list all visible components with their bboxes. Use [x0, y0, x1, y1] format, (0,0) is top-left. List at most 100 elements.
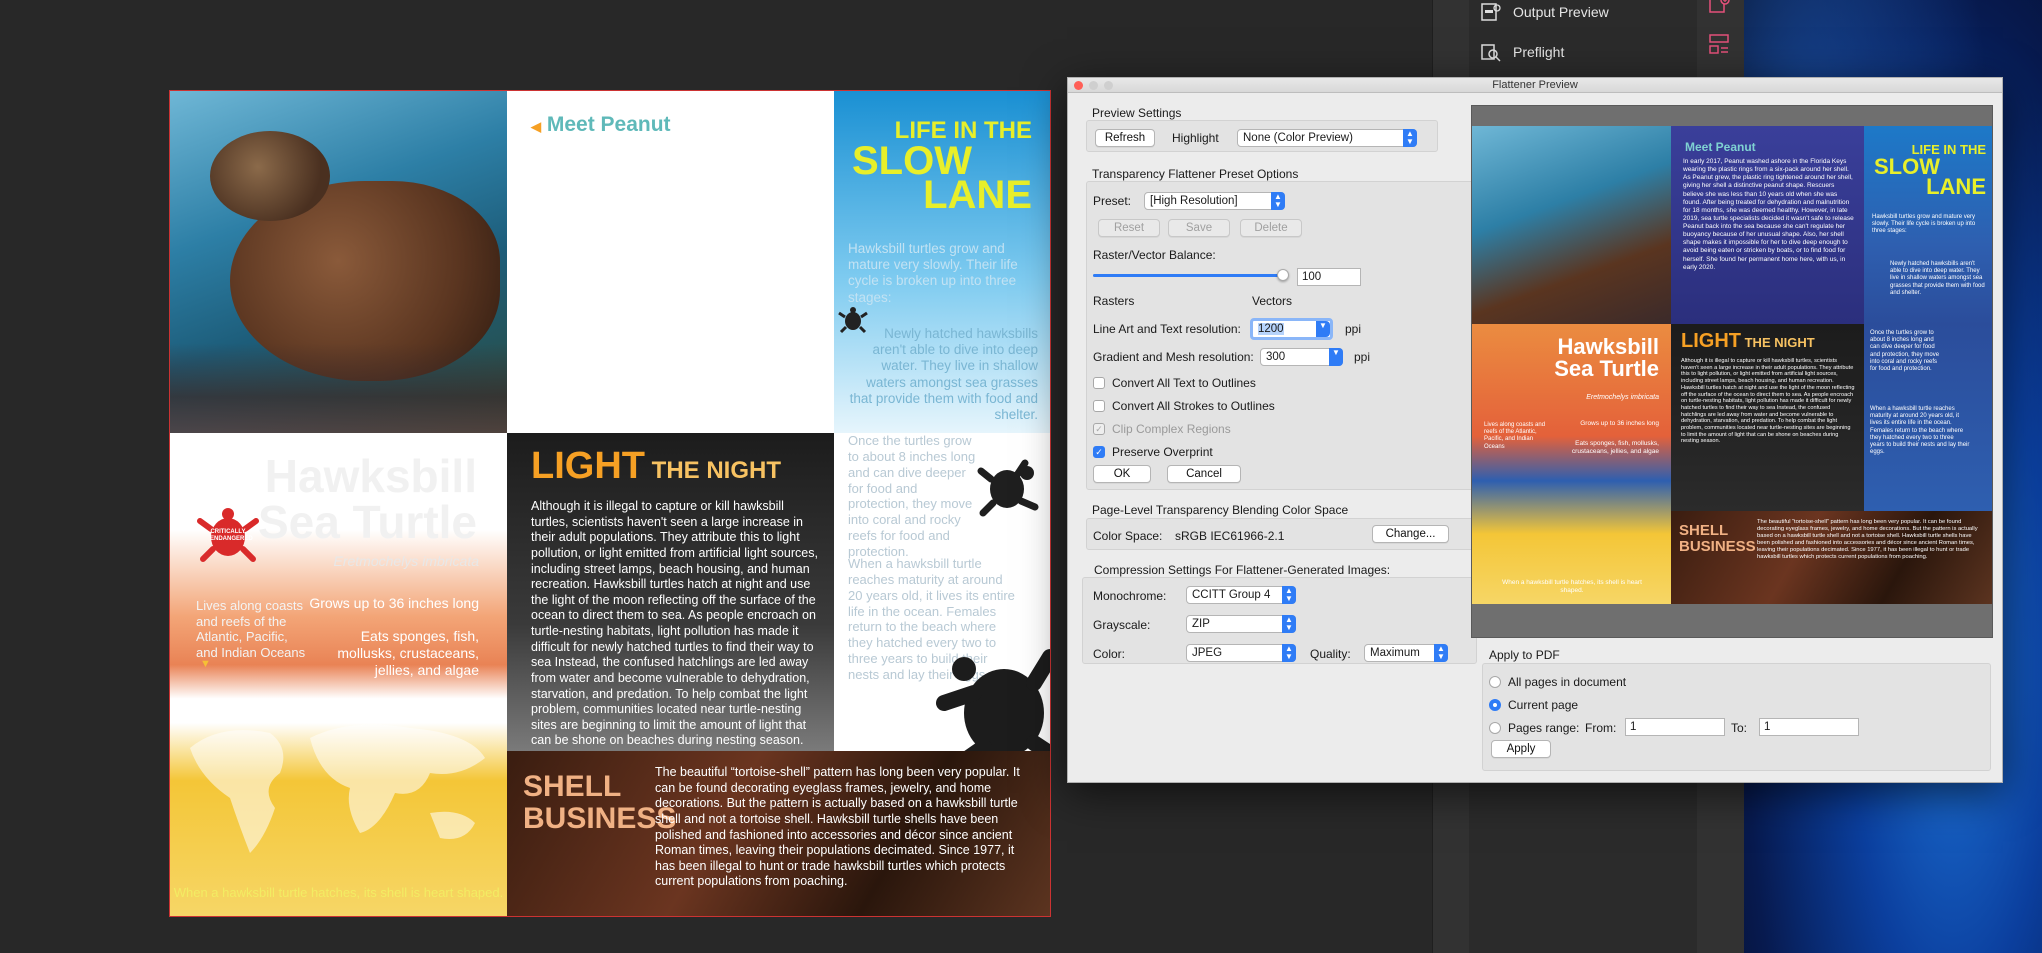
zoom-window-button[interactable]: [1104, 81, 1113, 90]
preview-shell-title-2: BUSINESS: [1679, 537, 1756, 555]
reef-shape: [170, 343, 507, 433]
all-pages-radio[interactable]: [1489, 676, 1501, 688]
tool-output-preview[interactable]: Output Preview: [1479, 0, 1609, 26]
cancel-button[interactable]: Cancel: [1167, 465, 1241, 483]
to-field[interactable]: 1: [1759, 718, 1859, 736]
convert-strokes-label: Convert All Strokes to Outlines: [1112, 399, 1275, 413]
line-art-label: Line Art and Text resolution:: [1093, 322, 1241, 336]
highlight-label: Highlight: [1172, 131, 1219, 145]
clip-regions-checkbox[interactable]: ✓: [1093, 423, 1105, 435]
add-page-icon[interactable]: [1707, 0, 1731, 18]
gradient-label: Gradient and Mesh resolution:: [1093, 350, 1254, 364]
juvenile-turtle-icon: [977, 455, 1041, 524]
apply-heading: Apply to PDF: [1489, 648, 1560, 662]
highlight-select[interactable]: None (Color Preview) ▲ ▼: [1237, 129, 1417, 147]
refresh-button[interactable]: Refresh: [1095, 129, 1155, 147]
mono-value: CCITT Group 4: [1192, 589, 1271, 601]
mono-label: Monochrome:: [1093, 589, 1167, 603]
fact-grows: Grows up to 36 inches long: [309, 595, 479, 611]
preview-settings-heading: Preview Settings: [1092, 106, 1182, 120]
preview-light-body: Although it is illegal to capture or kil…: [1681, 358, 1855, 445]
change-button[interactable]: Change...: [1372, 525, 1449, 543]
preview-slow-intro: Hawksbill turtles grow and mature very s…: [1872, 214, 1976, 235]
chevron-updown-icon: ▲ ▼: [1282, 615, 1296, 633]
meet-peanut-text: Meet Peanut: [546, 113, 671, 136]
preview-slow-line3: LANE: [1926, 174, 1986, 199]
convert-strokes-checkbox[interactable]: [1093, 400, 1105, 412]
quality-select[interactable]: Maximum ▲ ▼: [1364, 644, 1448, 662]
preview-grow-1: Once the turtles grow to about 8 inches …: [1870, 330, 1940, 372]
preset-value: [High Resolution]: [1150, 195, 1238, 207]
shell-title-1: SHELL: [523, 770, 622, 803]
preset-label: Preset:: [1093, 194, 1132, 208]
mono-select[interactable]: CCITT Group 4 ▲ ▼: [1186, 586, 1296, 604]
gray-select[interactable]: ZIP ▲ ▼: [1186, 615, 1296, 633]
preset-select[interactable]: [High Resolution] ▲ ▼: [1144, 192, 1285, 210]
from-label: From:: [1585, 721, 1617, 735]
current-page-radio[interactable]: [1489, 699, 1501, 711]
chevron-down-icon[interactable]: ▼: [1329, 348, 1343, 366]
line-art-combo[interactable]: 1200 ▼: [1250, 318, 1333, 340]
preview-fact-eats: Eats sponges, fish, mollusks, crustacean…: [1571, 440, 1659, 455]
balance-slider-knob[interactable]: [1277, 269, 1289, 281]
ok-button[interactable]: OK: [1093, 465, 1151, 483]
minimize-window-button[interactable]: [1089, 81, 1098, 90]
to-label: To:: [1731, 721, 1748, 735]
preview-shell-body: The beautiful “tortoise-shell” pattern h…: [1757, 519, 1978, 560]
document-page: ◀ Meet Peanut LIFE IN THE SLOW LANE Hawk…: [169, 90, 1051, 917]
tool-output-preview-label: Output Preview: [1513, 4, 1609, 20]
turtle-photo: [170, 91, 507, 433]
line-art-value[interactable]: 1200: [1258, 323, 1284, 335]
chevron-down-icon[interactable]: ▼: [1316, 321, 1330, 337]
light-night-title: LIGHT THE NIGHT: [531, 445, 781, 488]
pages-range-label: Pages range:: [1508, 721, 1580, 735]
grow-text-1: Once the turtles grow to about 8 inches …: [848, 433, 976, 560]
current-page-label: Current page: [1508, 698, 1579, 712]
slow-lane-intro: Hawksbill turtles grow and mature very s…: [848, 241, 1018, 305]
preview-peanut-story: In early 2017, Peanut washed ashore in t…: [1683, 158, 1854, 271]
clip-regions-label: Clip Complex Regions: [1112, 422, 1231, 436]
shell-business-title: SHELL BUSINESS: [523, 771, 676, 834]
hatches-note: When a hawksbill turtle hatches, its she…: [173, 885, 504, 901]
delete-button[interactable]: Delete: [1240, 219, 1302, 237]
convert-text-label: Convert All Text to Outlines: [1112, 376, 1256, 390]
world-map-shape: [190, 724, 485, 853]
convert-text-checkbox[interactable]: [1093, 377, 1105, 389]
preview-hawks-title-2: Sea Turtle: [1554, 356, 1659, 381]
organize-icon[interactable]: [1707, 32, 1731, 56]
save-button[interactable]: Save: [1168, 219, 1230, 237]
pages-range-radio[interactable]: [1489, 722, 1501, 734]
dialog-title: Flattener Preview: [1492, 79, 1578, 91]
ppi-label-2: ppi: [1354, 350, 1371, 364]
light-big: LIGHT: [531, 445, 645, 487]
tool-preflight[interactable]: Preflight: [1479, 38, 1564, 66]
hawksbill-title-1: Hawksbill: [264, 450, 477, 502]
balance-field[interactable]: 100: [1297, 268, 1361, 286]
gray-label: Grayscale:: [1093, 618, 1151, 632]
balance-slider[interactable]: [1093, 269, 1289, 281]
color-value: JPEG: [1192, 647, 1223, 659]
hawksbill-title-2: Sea Turtle: [258, 496, 477, 548]
fact-eats: Eats sponges, fish, mollusks, crustacean…: [337, 628, 479, 678]
chevron-updown-icon: ▲ ▼: [1434, 644, 1448, 662]
preserve-overprint-checkbox[interactable]: ✓: [1093, 446, 1105, 458]
close-window-button[interactable]: [1074, 81, 1083, 90]
flattener-preview-dialog: Flattener Preview Preview Settings Refre…: [1067, 77, 2003, 783]
reset-button[interactable]: Reset: [1098, 219, 1160, 237]
output-preview-icon: [1479, 2, 1503, 22]
preview-grow-panel: Once the turtles grow to about 8 inches …: [1864, 324, 1992, 511]
meet-peanut-panel: ◀ Meet Peanut: [507, 91, 834, 433]
preview-hawks-title-1: Hawksbill: [1557, 334, 1659, 359]
apply-button[interactable]: Apply: [1491, 740, 1551, 758]
all-pages-label: All pages in document: [1508, 675, 1627, 689]
preview-light-big: LIGHT: [1681, 330, 1741, 352]
color-select[interactable]: JPEG ▲ ▼: [1186, 644, 1296, 662]
preview-meet-title: Meet Peanut: [1685, 140, 1756, 154]
fact-lives: Lives along coasts and reefs of the Atla…: [196, 598, 306, 660]
slow-lane-hatchlings: Newly hatched hawksbills aren't able to …: [849, 326, 1038, 422]
gradient-combo[interactable]: 300 ▼: [1260, 348, 1343, 366]
preserve-overprint-label: Preserve Overprint: [1112, 445, 1213, 459]
rasters-label: Rasters: [1093, 294, 1135, 308]
hawksbill-panel: Hawksbill Sea Turtle CRITICALLY ENDANGER…: [170, 433, 507, 916]
from-field[interactable]: 1: [1625, 718, 1725, 736]
